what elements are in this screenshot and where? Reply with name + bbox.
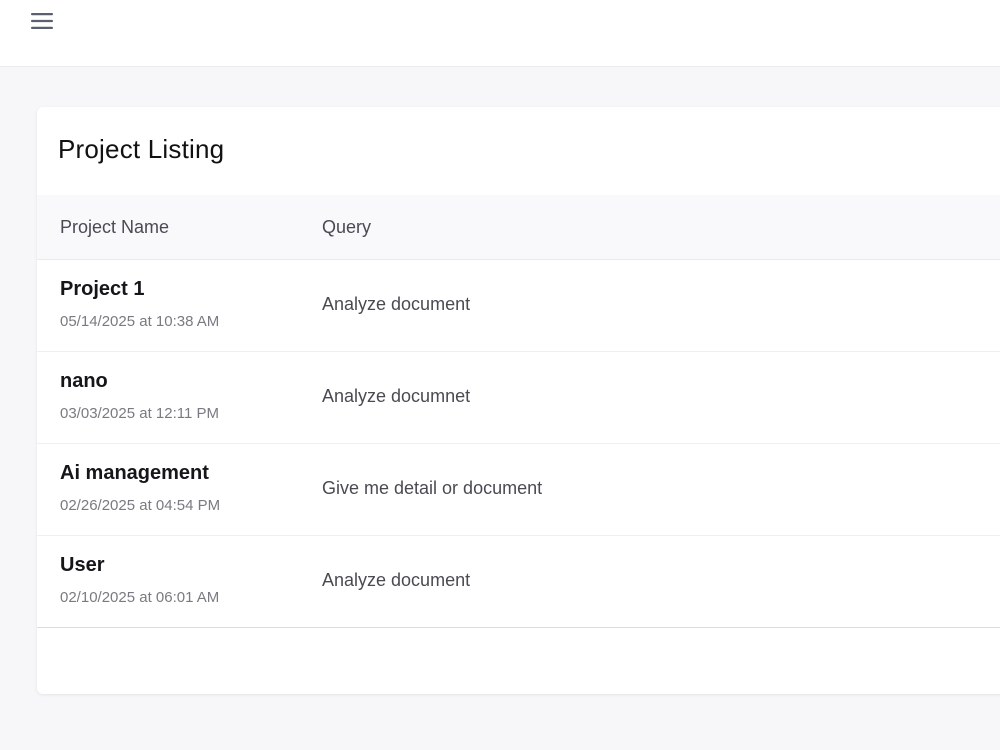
project-name: Ai management (60, 462, 209, 484)
project-query: Analyze documnet (322, 386, 471, 406)
project-date: 02/10/2025 at 06:01 AM (60, 589, 220, 606)
project-date: 02/26/2025 at 04:54 PM (60, 497, 221, 514)
project-listing-card: Project Listing Project Name Query Proje… (37, 107, 1000, 694)
project-query: Give me detail or document (322, 478, 543, 498)
project-table-body: Project 1 05/14/2025 at 10:38 AM Analyze… (37, 260, 1000, 628)
column-header-project-name: Project Name (60, 217, 170, 237)
table-row[interactable]: Project 1 05/14/2025 at 10:38 AM Analyze… (37, 260, 1000, 352)
project-date: 05/14/2025 at 10:38 AM (60, 313, 220, 330)
project-name: nano (60, 370, 108, 392)
top-bar (0, 0, 1000, 67)
project-name: User (60, 554, 105, 576)
page-title: Project Listing (58, 134, 225, 164)
project-name: Project 1 (60, 278, 145, 300)
column-header-query: Query (322, 217, 372, 237)
table-row[interactable]: User 02/10/2025 at 06:01 AM Analyze docu… (37, 536, 1000, 628)
menu-button[interactable] (28, 8, 56, 34)
project-query: Analyze document (322, 570, 471, 590)
hamburger-menu-icon[interactable] (30, 12, 54, 30)
table-row[interactable]: Ai management 02/26/2025 at 04:54 PM Giv… (37, 444, 1000, 536)
project-query: Analyze document (322, 294, 471, 314)
table-header: Project Name Query (37, 195, 1000, 260)
project-date: 03/03/2025 at 12:11 PM (60, 405, 220, 422)
table-row[interactable]: nano 03/03/2025 at 12:11 PM Analyze docu… (37, 352, 1000, 444)
